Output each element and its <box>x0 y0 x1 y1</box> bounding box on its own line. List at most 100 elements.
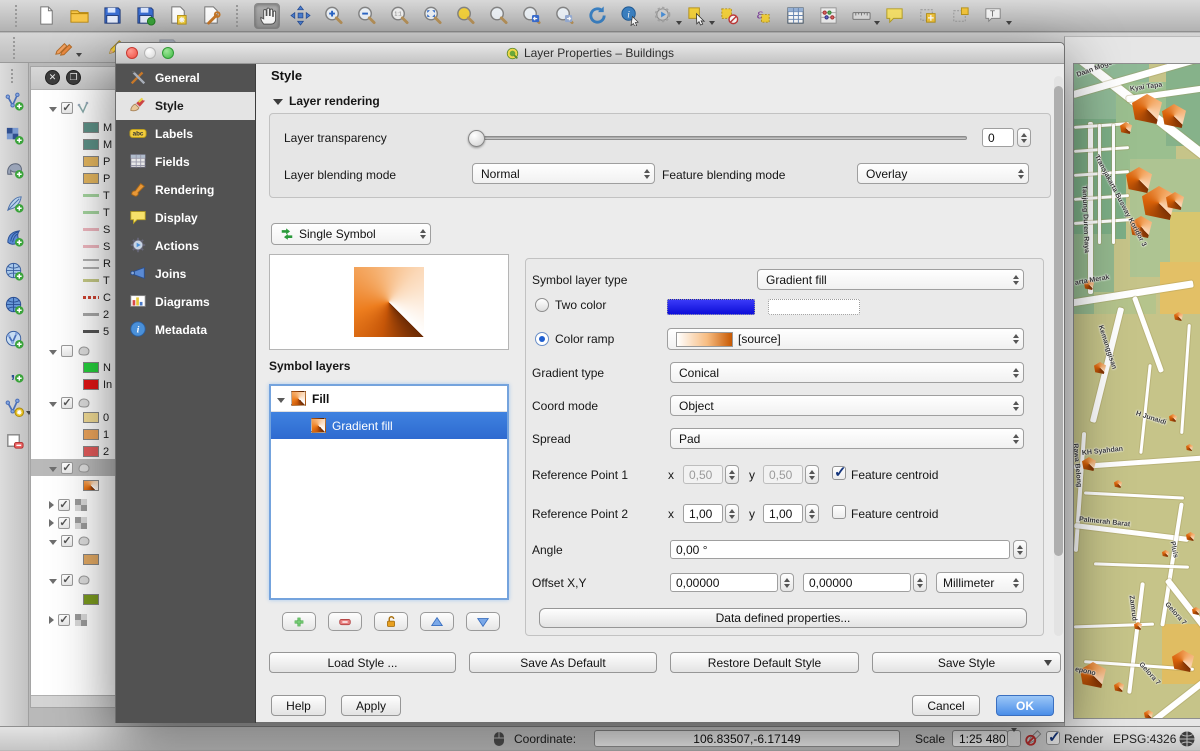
help-button[interactable]: Help <box>271 695 326 716</box>
new-print-composer-icon[interactable] <box>165 3 191 29</box>
load-style-button[interactable]: Load Style ... <box>269 652 456 673</box>
coord-mode-combo[interactable]: Object <box>670 395 1024 416</box>
ref2-x-stepper[interactable] <box>725 504 739 523</box>
add-wcs-layer-icon[interactable] <box>2 293 26 317</box>
zoom-full-icon[interactable] <box>419 3 445 29</box>
gradient-color1-button[interactable] <box>667 299 755 315</box>
close-panel-icon[interactable]: ✕ <box>45 70 60 85</box>
layer-legend-row[interactable]: 0 <box>31 409 115 426</box>
sidebar-item-style[interactable]: Style <box>116 92 255 120</box>
offset-y-stepper[interactable] <box>913 573 927 592</box>
ok-button[interactable]: OK <box>996 695 1054 716</box>
layer-rendering-toggle[interactable]: Layer rendering <box>273 94 380 108</box>
save-as-default-button[interactable]: Save As Default <box>469 652 657 673</box>
ref1-centroid-checkbox[interactable] <box>832 466 846 480</box>
map-canvas[interactable]: Daan MogotKyai TapaTransjakarta Busway K… <box>1073 63 1200 719</box>
expand-icon[interactable] <box>277 398 285 403</box>
move-down-button[interactable] <box>466 612 500 631</box>
color-ramp-radio[interactable] <box>535 332 549 346</box>
layer-legend-row[interactable]: P <box>31 170 115 187</box>
pan-to-selection-icon[interactable] <box>287 3 313 29</box>
ref1-y-field[interactable]: 0,50 <box>763 465 803 484</box>
layer-legend-row[interactable] <box>31 551 115 568</box>
spread-combo[interactable]: Pad <box>670 428 1024 449</box>
transparency-value-field[interactable]: 0 <box>982 128 1014 147</box>
zoom-out-icon[interactable] <box>353 3 379 29</box>
offset-x-stepper[interactable] <box>780 573 794 592</box>
identify-features-icon[interactable]: i <box>617 3 643 29</box>
sidebar-item-labels[interactable]: abcLabels <box>116 120 255 148</box>
text-annotation-icon[interactable]: T <box>980 3 1006 29</box>
refresh-map-icon[interactable] <box>584 3 610 29</box>
zoom-last-icon[interactable] <box>518 3 544 29</box>
symbol-layer-type-combo[interactable]: Gradient fill <box>757 269 1024 290</box>
projection-globe-icon[interactable] <box>1178 730 1196 748</box>
layer-legend-row[interactable]: 5 <box>31 323 115 340</box>
sidebar-item-fields[interactable]: Fields <box>116 148 255 176</box>
layer-legend-row[interactable]: 2 <box>31 443 115 460</box>
dialog-scrollbar[interactable] <box>1054 76 1063 636</box>
ref2-x-field[interactable]: 1,00 <box>683 504 723 523</box>
feature-blending-combo[interactable]: Overlay <box>857 163 1029 184</box>
restore-default-style-button[interactable]: Restore Default Style <box>670 652 859 673</box>
ref1-y-stepper[interactable] <box>805 465 819 484</box>
gradient-color2-button[interactable] <box>768 299 860 315</box>
symbol-layer-row-fill[interactable]: Fill <box>271 386 507 412</box>
two-color-radio[interactable] <box>535 298 549 312</box>
transparency-stepper[interactable] <box>1017 128 1031 147</box>
layer-legend-row[interactable]: N <box>31 359 115 376</box>
sidebar-item-rendering[interactable]: Rendering <box>116 176 255 204</box>
ref1-x-field[interactable]: 0,50 <box>683 465 723 484</box>
stop-rendering-icon[interactable] <box>1024 729 1042 747</box>
zoom-window-icon[interactable] <box>162 47 174 59</box>
sidebar-item-general[interactable]: General <box>116 64 255 92</box>
layer-legend-row[interactable]: 1 <box>31 426 115 443</box>
zoom-native-icon[interactable]: 1:1 <box>386 3 412 29</box>
zoom-to-selection-icon[interactable] <box>452 3 478 29</box>
angle-field[interactable]: 0,00 ° <box>670 540 1010 559</box>
minimize-window-icon[interactable] <box>144 47 156 59</box>
symbol-layer-row-gradient-fill[interactable]: Gradient fill <box>271 412 507 439</box>
layer-legend-row[interactable]: In <box>31 376 115 393</box>
transparency-slider[interactable] <box>472 136 967 140</box>
layer-group-row[interactable]: ✓ <box>31 571 115 588</box>
add-postgis-layer-icon[interactable] <box>2 157 26 181</box>
layer-legend-row[interactable]: T <box>31 272 115 289</box>
select-by-expression-icon[interactable]: ε <box>749 3 775 29</box>
transparency-slider-handle[interactable] <box>468 130 485 147</box>
layer-legend-row[interactable]: R <box>31 255 115 272</box>
open-project-icon[interactable] <box>66 3 92 29</box>
dialog-titlebar[interactable]: Layer Properties – Buildings <box>116 43 1064 64</box>
cancel-button[interactable]: Cancel <box>912 695 980 716</box>
sidebar-item-display[interactable]: Display <box>116 204 255 232</box>
remove-layer-icon[interactable] <box>2 429 26 453</box>
float-panel-icon[interactable]: ❐ <box>66 70 81 85</box>
ref1-x-stepper[interactable] <box>725 465 739 484</box>
new-project-icon[interactable] <box>33 3 59 29</box>
zoom-next-icon[interactable] <box>551 3 577 29</box>
field-calculator-icon[interactable] <box>815 3 841 29</box>
layer-legend-row[interactable] <box>31 477 115 494</box>
layer-group-row[interactable]: ✓ <box>31 99 115 116</box>
current-edits-icon[interactable] <box>50 35 76 61</box>
offset-x-field[interactable]: 0,00000 <box>670 573 778 592</box>
scale-combo-arrow[interactable] <box>1007 730 1021 747</box>
ref2-y-field[interactable]: 1,00 <box>763 504 803 523</box>
add-vector-layer-icon[interactable] <box>2 89 26 113</box>
layer-legend-row[interactable]: 2 <box>31 306 115 323</box>
add-symbol-layer-button[interactable] <box>282 612 316 631</box>
layer-group-row[interactable]: ✓ <box>31 611 115 628</box>
layer-group-row[interactable]: ✓ <box>31 532 115 549</box>
offset-y-field[interactable]: 0,00000 <box>803 573 911 592</box>
angle-stepper[interactable] <box>1013 540 1027 559</box>
layer-legend-row[interactable]: S <box>31 238 115 255</box>
map-tips-icon[interactable] <box>881 3 907 29</box>
sidebar-item-diagrams[interactable]: Diagrams <box>116 288 255 316</box>
zoom-in-icon[interactable] <box>320 3 346 29</box>
layer-legend-row[interactable]: M <box>31 136 115 153</box>
layer-group-row[interactable] <box>31 342 115 359</box>
deselect-features-icon[interactable] <box>716 3 742 29</box>
add-spatialite-layer-icon[interactable] <box>2 191 26 215</box>
offset-unit-combo[interactable]: Millimeter <box>936 572 1024 593</box>
layer-blending-combo[interactable]: Normal <box>472 163 655 184</box>
